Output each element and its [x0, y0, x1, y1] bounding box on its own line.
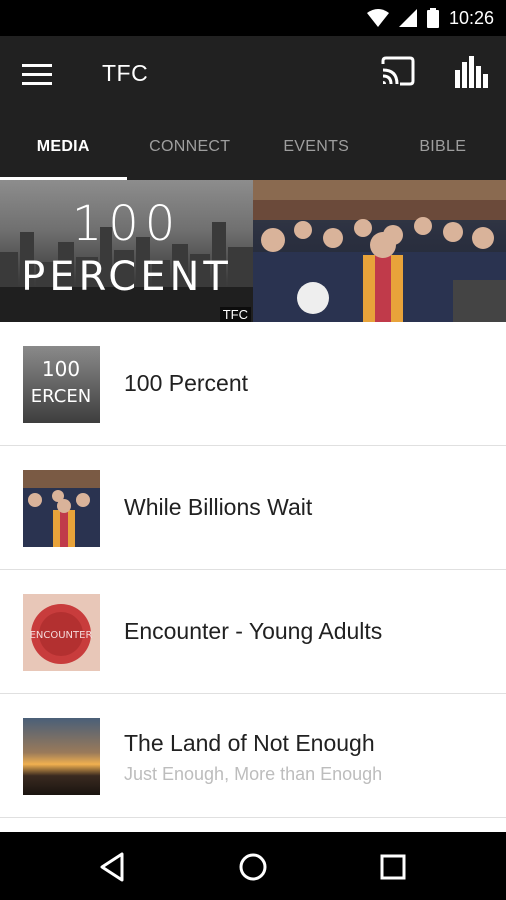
- crowd-image: [253, 180, 506, 322]
- recents-button[interactable]: [376, 850, 410, 884]
- svg-text:100: 100: [42, 357, 80, 381]
- banner-image-100-percent[interactable]: 100 PERCENT TFC: [0, 180, 253, 322]
- svg-text:ERCEN: ERCEN: [31, 386, 91, 407]
- tab-connect[interactable]: CONNECT: [127, 114, 254, 180]
- banner-tag: TFC: [219, 307, 251, 322]
- status-bar: 10:26: [0, 0, 506, 36]
- signal-icon: [398, 9, 417, 27]
- bar-chart-icon: [455, 56, 488, 88]
- banner-title-line2: PERCENT: [21, 254, 232, 300]
- tab-events[interactable]: EVENTS: [253, 114, 380, 180]
- banner-title-line1: 100: [71, 196, 182, 252]
- cast-button[interactable]: [380, 56, 420, 92]
- list-item[interactable]: While Billions Wait: [0, 446, 506, 570]
- banner-image-while-billions-wait[interactable]: [253, 180, 506, 322]
- list-item-title: Encounter - Young Adults: [124, 618, 383, 644]
- cast-icon: [381, 56, 415, 86]
- battery-icon: [426, 8, 439, 28]
- tab-bible[interactable]: BIBLE: [380, 114, 506, 180]
- thumbnail-while-billions-wait: [23, 470, 100, 547]
- menu-icon: [22, 64, 52, 85]
- list-item[interactable]: ENCOUNTER Encounter - Young Adults: [0, 570, 506, 694]
- list-item-title: While Billions Wait: [124, 494, 313, 520]
- back-icon: [100, 852, 124, 882]
- home-button[interactable]: [236, 850, 270, 884]
- recents-icon: [380, 854, 406, 880]
- list-item[interactable]: 100 ERCEN 100 Percent: [0, 322, 506, 446]
- list-item-title: The Land of Not Enough: [124, 730, 375, 756]
- home-icon: [239, 853, 267, 881]
- menu-button[interactable]: [22, 60, 58, 90]
- app-title: TFC: [102, 60, 149, 86]
- stats-button[interactable]: [455, 56, 493, 92]
- tab-bar: MEDIA CONNECT EVENTS BIBLE: [0, 114, 506, 180]
- list-item-title: 100 Percent: [124, 370, 249, 396]
- tab-media[interactable]: MEDIA: [0, 114, 127, 180]
- thumbnail-100-percent: 100 ERCEN: [23, 346, 100, 423]
- list-item[interactable]: The Land of Not Enough Just Enough, More…: [0, 694, 506, 818]
- back-button[interactable]: [96, 850, 130, 884]
- svg-text:ENCOUNTER: ENCOUNTER: [30, 630, 93, 641]
- app-bar: TFC: [0, 36, 506, 114]
- system-nav-bar: [0, 832, 506, 900]
- wifi-icon: [366, 9, 389, 27]
- status-icons: 10:26: [366, 0, 494, 36]
- featured-banner[interactable]: 100 PERCENT TFC: [0, 180, 506, 322]
- list-item-subtitle: Just Enough, More than Enough: [124, 764, 383, 784]
- thumbnail-land-of-not-enough: [23, 718, 100, 795]
- thumbnail-encounter: ENCOUNTER: [23, 594, 100, 671]
- media-list: 100 ERCEN 100 Percent While Billions Wai…: [0, 322, 506, 818]
- status-time: 10:26: [448, 7, 494, 28]
